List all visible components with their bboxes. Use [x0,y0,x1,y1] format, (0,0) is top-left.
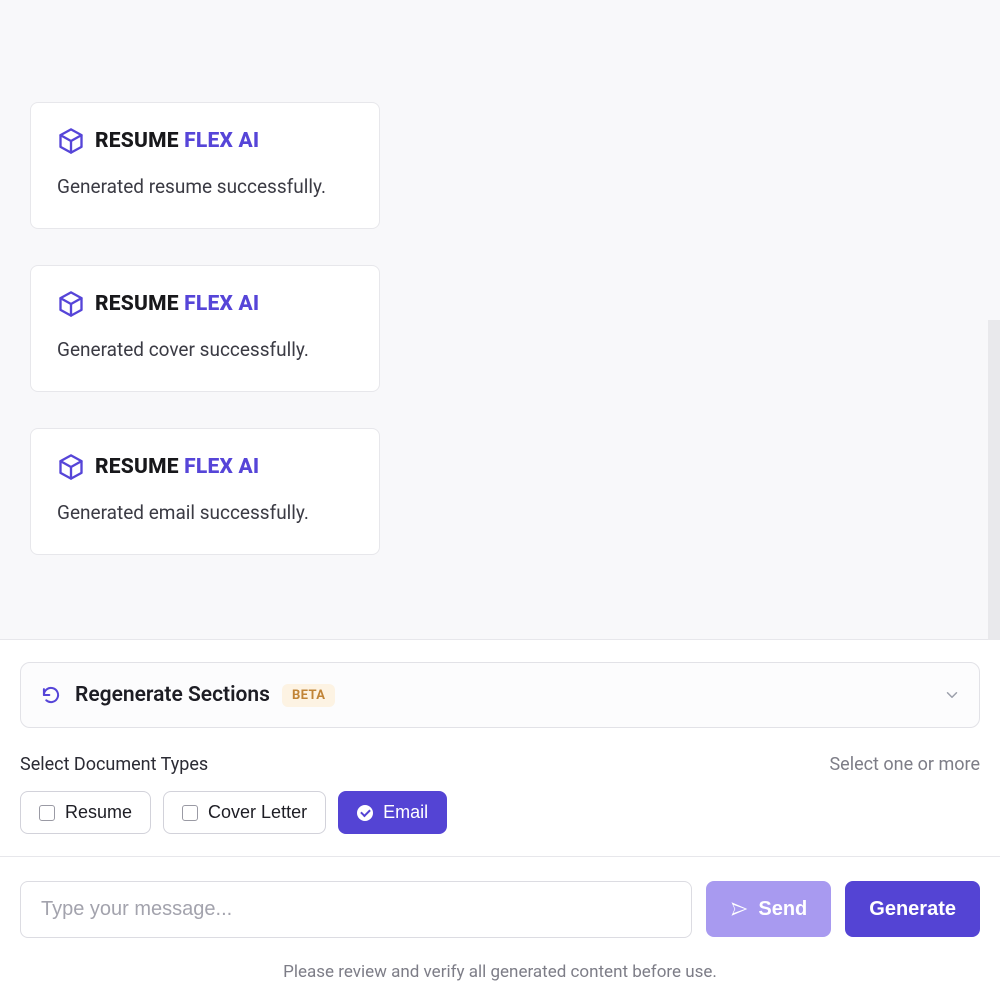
assistant-message-body: Generated cover successfully. [57,338,353,361]
check-circle-icon [357,805,373,821]
checkbox-icon [39,805,55,821]
brand-word-flex-ai: FLEX AI [184,292,259,316]
brand-word-flex-ai: FLEX AI [184,455,259,479]
divider [0,856,1000,857]
brand-word-resume: RESUME [95,292,184,316]
brand-word-flex-ai: FLEX AI [184,129,259,153]
brand-text: RESUME FLEX AI [95,455,259,479]
brand-row: RESUME FLEX AI [57,127,353,155]
document-types-label: Select Document Types [20,754,208,775]
scrollbar-thumb[interactable] [988,320,1000,640]
generate-button-label: Generate [869,898,956,921]
assistant-message-card: RESUME FLEX AI Generated resume successf… [30,102,380,229]
doctype-chip-cover-letter[interactable]: Cover Letter [163,791,326,834]
brand-text: RESUME FLEX AI [95,292,259,316]
message-input[interactable] [20,881,692,938]
refresh-icon [39,683,63,707]
assistant-message-card: RESUME FLEX AI Generated email successfu… [30,428,380,555]
regenerate-sections-toggle[interactable]: Regenerate Sections BETA [20,662,980,728]
send-button-label: Send [758,898,807,921]
send-button[interactable]: Send [706,881,831,937]
brand-row: RESUME FLEX AI [57,290,353,318]
doctype-chip-label: Cover Letter [208,802,307,823]
brand-row: RESUME FLEX AI [57,453,353,481]
brand-word-resume: RESUME [95,455,184,479]
chevron-down-icon [943,686,961,704]
beta-badge: BETA [282,684,335,707]
assistant-message-body: Generated email successfully. [57,501,353,524]
generate-button[interactable]: Generate [845,881,980,937]
cube-icon [57,290,85,318]
doctype-chip-label: Email [383,802,428,823]
document-type-chip-row: Resume Cover Letter Email [20,791,980,834]
brand-text: RESUME FLEX AI [95,129,259,153]
doctype-chip-email[interactable]: Email [338,791,447,834]
assistant-message-body: Generated resume successfully. [57,175,353,198]
document-types-hint: Select one or more [829,754,980,775]
brand-word-resume: RESUME [95,129,184,153]
cube-icon [57,453,85,481]
disclaimer-text: Please review and verify all generated c… [20,962,980,982]
checkbox-icon [182,805,198,821]
regenerate-sections-label: Regenerate Sections [75,683,270,707]
doctype-chip-resume[interactable]: Resume [20,791,151,834]
assistant-message-card: RESUME FLEX AI Generated cover successfu… [30,265,380,392]
cube-icon [57,127,85,155]
doctype-chip-label: Resume [65,802,132,823]
chat-scroll-area[interactable]: RESUME FLEX AI Generated resume successf… [0,0,1000,640]
